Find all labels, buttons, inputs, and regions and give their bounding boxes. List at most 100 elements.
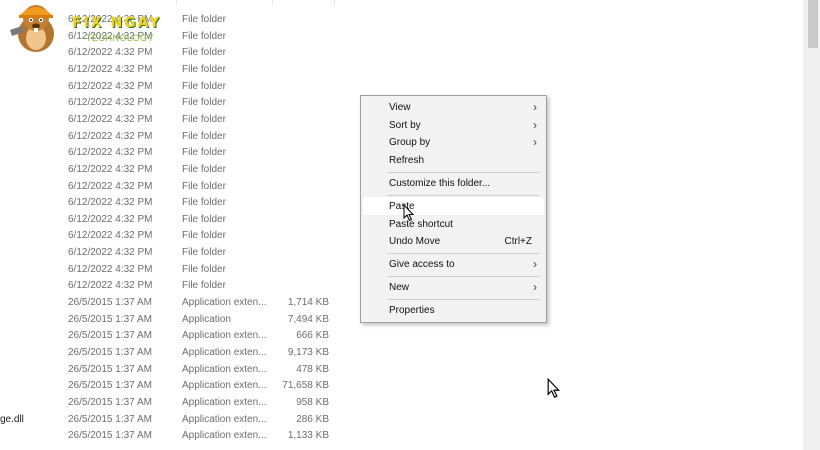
menu-item-label: Properties <box>389 305 435 316</box>
chevron-right-icon: › <box>533 100 537 114</box>
logo-wordmark: FIX NGAY <box>72 15 162 31</box>
file-row[interactable]: 26/5/2015 1:37 AM Application exten... 1,7… <box>0 294 340 311</box>
date-modified-cell: 26/5/2015 1:37 AM <box>68 396 152 408</box>
menu-item-label: Group by <box>389 137 431 148</box>
file-row[interactable]: 6/12/2022 4:32 PM File folder <box>0 277 340 294</box>
menu-item-undo-move[interactable]: Undo Move Ctrl+Z <box>363 232 544 250</box>
menu-item-label: Paste shortcut <box>389 219 453 230</box>
file-row[interactable]: 26/5/2015 1:37 AM Application exten... 71,… <box>0 377 340 394</box>
file-row[interactable]: 6/12/2022 4:32 PM File folder <box>0 211 340 228</box>
file-size-cell: 1,133 KB <box>287 430 329 442</box>
vertical-scrollbar[interactable] <box>803 0 820 450</box>
date-modified-cell: 6/12/2022 4:32 PM <box>68 113 153 125</box>
date-modified-cell: 26/5/2015 1:37 AM <box>68 347 152 358</box>
date-modified-cell: 6/12/2022 4:32 PM <box>68 247 153 259</box>
file-row[interactable]: 6/12/2022 4:32 PM File folder <box>0 61 340 78</box>
menu-separator <box>387 299 539 300</box>
file-type-cell: File folder <box>182 197 226 209</box>
file-row[interactable]: 6/12/2022 4:32 PM File folder <box>0 128 340 145</box>
date-modified-cell: 6/12/2022 4:32 PM <box>68 63 153 75</box>
file-type-cell: Application exten... <box>182 363 267 375</box>
menu-item-properties[interactable]: Properties <box>363 301 544 319</box>
file-size-cell: 478 KB <box>296 363 329 375</box>
file-type-cell: Application exten... <box>182 430 267 442</box>
file-type-cell: File folder <box>182 163 226 175</box>
file-type-cell: Application <box>182 313 231 325</box>
file-type-cell: File folder <box>182 147 226 159</box>
file-row[interactable]: 26/5/2015 1:37 AM Application exten... 958… <box>0 394 340 411</box>
file-row[interactable]: 6/12/2022 4:32 PM File folder <box>0 111 340 128</box>
chevron-right-icon: › <box>533 280 537 294</box>
date-modified-cell: 26/5/2015 1:37 AM <box>68 413 152 425</box>
menu-item-sort-by[interactable]: Sort by › <box>363 116 544 134</box>
file-row[interactable]: 6/12/2022 4:32 PM File folder <box>0 194 340 211</box>
date-modified-cell: 26/5/2015 1:37 AM <box>68 363 152 375</box>
file-row[interactable]: 6/12/2022 4:32 PM File folder <box>0 161 340 178</box>
file-type-cell: Application exten... <box>182 396 267 408</box>
menu-item-give-access[interactable]: Give access to › <box>363 255 544 273</box>
date-modified-cell: 6/12/2022 4:32 PM <box>68 213 153 225</box>
file-row[interactable]: 26/5/2015 1:37 AM Application exten... 478… <box>0 361 340 378</box>
file-type-cell: File folder <box>182 130 226 142</box>
file-type-cell: File folder <box>182 30 226 42</box>
scrollbar-thumb[interactable] <box>808 0 818 48</box>
date-modified-cell: 6/12/2022 4:32 PM <box>68 230 153 242</box>
context-menu: View › Sort by › Group by › Refresh Cust… <box>360 95 547 323</box>
file-row[interactable]: 26/5/2015 1:37 AM Application exten... 9,1… <box>0 344 340 361</box>
menu-item-paste-shortcut[interactable]: Paste shortcut <box>363 215 544 233</box>
file-size-cell: 286 KB <box>296 413 329 425</box>
date-modified-cell: 6/12/2022 4:32 PM <box>68 97 153 109</box>
menu-item-label: Sort by <box>389 120 421 131</box>
file-row[interactable]: 26/5/2015 1:37 AM Application 7,494 KB <box>0 311 340 328</box>
file-size-cell: 1,714 KB <box>287 297 329 309</box>
date-modified-cell: 6/12/2022 4:32 PM <box>68 263 153 275</box>
date-modified-cell: 26/5/2015 1:37 AM <box>68 430 152 442</box>
date-modified-cell: 6/12/2022 4:32 PM <box>68 197 153 209</box>
file-size-cell: 958 KB <box>296 396 329 408</box>
date-modified-cell: 26/5/2015 1:37 AM <box>68 380 152 392</box>
menu-item-paste[interactable]: Paste <box>363 197 544 215</box>
file-type-cell: File folder <box>182 180 226 192</box>
menu-item-view[interactable]: View › <box>363 98 544 116</box>
date-modified-cell: 6/12/2022 4:32 PM <box>68 130 153 142</box>
chevron-right-icon: › <box>533 135 537 149</box>
keyboard-shortcut: Ctrl+Z <box>504 236 533 247</box>
file-type-cell: Application exten... <box>182 413 267 425</box>
file-type-cell: Application exten... <box>182 380 267 392</box>
file-type-cell: File folder <box>182 80 226 92</box>
file-row[interactable]: 26/5/2015 1:37 AM Application exten... 666… <box>0 327 340 344</box>
menu-item-label: Refresh <box>389 155 425 166</box>
file-size-cell: 666 KB <box>296 330 329 342</box>
mouse-pointer-icon <box>547 378 561 399</box>
menu-separator <box>387 276 539 277</box>
menu-separator <box>387 195 539 196</box>
file-row[interactable]: 6/12/2022 4:32 PM File folder <box>0 178 340 195</box>
date-modified-cell: 6/12/2022 4:32 PM <box>68 80 153 92</box>
file-row[interactable]: 6/12/2022 4:32 PM File folder <box>0 144 340 161</box>
file-row[interactable]: 26/5/2015 1:37 AM Application exten... 1,1… <box>0 427 340 444</box>
menu-item-group-by[interactable]: Group by › <box>363 133 544 151</box>
file-row[interactable]: 6/12/2022 4:32 PM File folder <box>0 78 340 95</box>
menu-item-label: Give access to <box>389 259 455 270</box>
beaver-mascot-icon <box>10 5 54 52</box>
file-size-cell: 71,658 KB <box>282 380 329 392</box>
date-modified-cell: 6/12/2022 4:32 PM <box>68 280 153 292</box>
file-type-cell: File folder <box>182 97 226 109</box>
menu-item-new[interactable]: New › <box>363 278 544 296</box>
menu-item-refresh[interactable]: Refresh <box>363 151 544 169</box>
file-type-cell: File folder <box>182 263 226 275</box>
date-modified-cell: 6/12/2022 4:32 PM <box>68 163 153 175</box>
menu-item-customize-folder[interactable]: Customize this folder... <box>363 174 544 192</box>
menu-separator <box>387 253 539 254</box>
column-separator <box>272 0 273 5</box>
file-row[interactable]: 6/12/2022 4:32 PM File folder <box>0 244 340 261</box>
menu-item-label: Undo Move <box>389 236 441 247</box>
file-type-cell: File folder <box>182 280 226 292</box>
file-row[interactable]: 6/12/2022 4:32 PM File folder <box>0 227 340 244</box>
menu-item-label: View <box>389 102 411 113</box>
file-row[interactable]: 26/5/2015 1:37 AM Application exten... 286… <box>0 411 340 428</box>
file-row[interactable]: 6/12/2022 4:32 PM File folder <box>0 261 340 278</box>
file-name-partial[interactable]: ge.dll <box>0 414 24 425</box>
file-type-cell: File folder <box>182 63 226 75</box>
file-row[interactable]: 6/12/2022 4:32 PM File folder <box>0 94 340 111</box>
